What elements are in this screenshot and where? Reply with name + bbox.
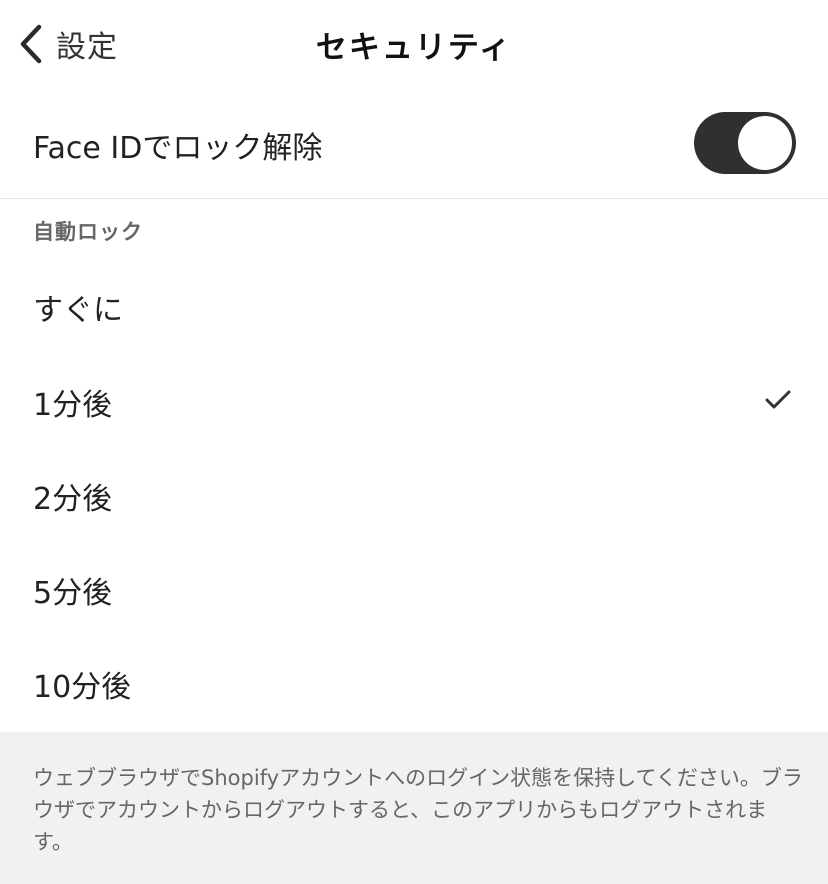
checkmark-icon (764, 389, 792, 415)
auto-lock-option-10-min[interactable]: 10分後 (0, 637, 828, 731)
page-title: セキュリティ (315, 30, 513, 66)
face-id-label: Face IDでロック解除 (33, 131, 323, 166)
auto-lock-option-immediately[interactable]: すぐに (0, 260, 828, 354)
toggle-knob (738, 116, 792, 170)
auto-lock-option-1-min[interactable]: 1分後 (0, 355, 828, 449)
option-label: 10分後 (33, 670, 132, 705)
option-label: 1分後 (33, 388, 113, 423)
footer-note-section: ウェブブラウザでShopifyアカウントへのログイン状態を保持してください。ブラ… (0, 732, 828, 884)
option-label: 5分後 (33, 576, 113, 611)
navigation-bar: 設定 セキュリティ (0, 0, 828, 88)
footer-note: ウェブブラウザでShopifyアカウントへのログイン状態を保持してください。ブラ… (33, 766, 803, 854)
auto-lock-option-2-min[interactable]: 2分後 (0, 449, 828, 543)
option-label: すぐに (33, 293, 123, 328)
auto-lock-option-5-min[interactable]: 5分後 (0, 543, 828, 637)
face-id-row: Face IDでロック解除 (0, 90, 828, 199)
option-label: 2分後 (33, 482, 113, 517)
security-settings-screen: 設定 セキュリティ Face IDでロック解除 自動ロック すぐに 1分後 2分… (0, 0, 828, 884)
face-id-toggle[interactable] (694, 112, 796, 174)
auto-lock-section-header: 自動ロック (33, 220, 143, 244)
